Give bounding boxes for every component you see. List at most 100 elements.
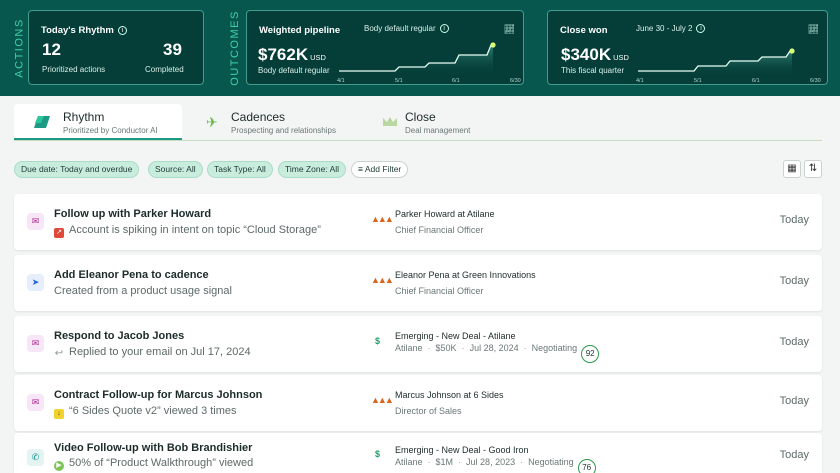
intent-icon: ↗ xyxy=(54,228,64,238)
add-filter-button[interactable]: ≡ Add Filter xyxy=(351,161,409,178)
due-label: Today xyxy=(779,214,809,226)
close-won-tick-1: 5/1 xyxy=(694,78,702,84)
email-icon: ✉ xyxy=(27,335,44,352)
deal-stage: Negotiating xyxy=(531,343,578,353)
rhythm-icon xyxy=(34,116,50,128)
close-won-title: Close won xyxy=(560,25,608,36)
grid-view-button[interactable]: ▦ xyxy=(783,160,801,178)
company-logo-icon: ▲▲▲ xyxy=(371,395,394,405)
due-label: Today xyxy=(779,449,809,461)
pipeline-currency: USD xyxy=(310,53,326,62)
task-row[interactable]: ✉ Follow up with Parker Howard ↗ Account … xyxy=(14,194,822,250)
contact-role: Chief Financial Officer xyxy=(395,286,484,296)
deal-company: Atilane xyxy=(395,457,423,467)
info-icon[interactable]: i xyxy=(439,24,449,33)
prioritized-label: Prioritized actions xyxy=(42,65,106,74)
tab-sublabel: Prioritized by Conductor AI xyxy=(63,126,158,135)
deal-amount: $1M xyxy=(435,457,454,467)
task-subtitle: 50% of “Product Walkthrough” viewed xyxy=(69,457,254,469)
task-subtitle: Created from a product usage signal xyxy=(54,285,232,297)
close-won-tick-3: 6/30 xyxy=(810,78,821,84)
completed-count: 39 xyxy=(163,40,182,59)
close-won-card[interactable]: Close won June 30 - July 2i 📈︎ $340K USD … xyxy=(547,10,828,85)
pipeline-filter: Body default regular xyxy=(364,24,436,33)
sort-button[interactable]: ⇅ xyxy=(804,160,822,178)
crown-icon xyxy=(383,117,397,126)
info-icon[interactable]: i xyxy=(117,26,127,35)
deal-amount: $50K xyxy=(435,343,457,353)
todays-rhythm-card[interactable]: Today's Rhythm i 12 Prioritized actions 3… xyxy=(28,10,204,85)
sort-icon: ⇅ xyxy=(808,163,818,174)
pipeline-tick-0: 4/1 xyxy=(337,78,345,84)
pipeline-tick-1: 5/1 xyxy=(395,78,403,84)
phone-icon: ✆ xyxy=(27,449,44,466)
tab-label: Close xyxy=(405,110,436,124)
video-icon: ▶ xyxy=(54,461,64,471)
pipeline-sparkline xyxy=(339,42,496,77)
deal-date: Jul 28, 2024 xyxy=(469,343,519,353)
task-row[interactable]: ✉ Contract Follow-up for Marcus Johnson … xyxy=(14,375,822,431)
tab-cadences[interactable]: ✈ Cadences Prospecting and relationships xyxy=(200,104,360,140)
task-subtitle: “6 Sides Quote v2” viewed 3 times xyxy=(69,405,237,417)
deal-name[interactable]: Emerging - New Deal - Atilane xyxy=(395,331,516,341)
pipeline-title: Weighted pipeline xyxy=(259,25,341,36)
weighted-pipeline-card[interactable]: Weighted pipeline Body default regular i … xyxy=(246,10,524,85)
tab-sublabel: Prospecting and relationships xyxy=(231,126,336,135)
close-won-sparkline xyxy=(638,48,795,77)
info-icon[interactable]: i xyxy=(696,24,706,33)
task-subtitle: Account is spiking in intent on topic “C… xyxy=(69,224,321,236)
dollar-icon: $ xyxy=(375,449,381,459)
contact-role: Director of Sales xyxy=(395,406,462,416)
close-won-tick-2: 6/1 xyxy=(752,78,760,84)
pipeline-subtitle: Body default regular xyxy=(258,66,330,75)
chart-icon[interactable]: 📈︎ xyxy=(504,24,515,35)
contact-role: Chief Financial Officer xyxy=(395,225,484,235)
prioritized-count: 12 xyxy=(42,40,61,59)
download-icon: ↓ xyxy=(54,409,64,419)
due-label: Today xyxy=(779,336,809,348)
deal-name[interactable]: Emerging - New Deal - Good Iron xyxy=(395,445,529,455)
close-won-subtitle: This fiscal quarter xyxy=(561,66,625,75)
close-won-value: $340K xyxy=(561,45,612,64)
filter-time-zone[interactable]: Time Zone: All xyxy=(278,161,347,178)
deal-stage: Negotiating xyxy=(528,457,574,467)
task-title: Respond to Jacob Jones xyxy=(54,330,185,342)
task-row[interactable]: ✉ Respond to Jacob Jones ↩ Replied to you… xyxy=(14,316,822,372)
task-row[interactable]: ✆ Video Follow-up with Bob Brandishier ▶… xyxy=(14,433,822,473)
contact-line[interactable]: Parker Howard at Atilane xyxy=(395,209,495,219)
filter-source[interactable]: Source: All xyxy=(148,161,203,178)
pipeline-tick-2: 6/1 xyxy=(452,78,460,84)
outcomes-section-label: OUTCOMES xyxy=(229,10,241,86)
tab-rhythm[interactable]: Rhythm Prioritized by Conductor AI xyxy=(14,104,182,140)
task-subtitle: Replied to your email on Jul 17, 2024 xyxy=(69,346,251,358)
email-icon: ✉ xyxy=(27,213,44,230)
company-logo-icon: ▲▲▲ xyxy=(371,214,394,224)
add-filter-label: Add Filter xyxy=(364,164,402,174)
filter-due-date[interactable]: Due date: Today and overdue xyxy=(14,161,140,178)
filter-task-type[interactable]: Task Type: All xyxy=(207,161,273,178)
contact-line[interactable]: Eleanor Pena at Green Innovations xyxy=(395,270,536,280)
tab-label: Cadences xyxy=(231,110,286,124)
actions-section-label: ACTIONS xyxy=(14,18,26,78)
task-title: Follow up with Parker Howard xyxy=(54,208,212,220)
deal-score: 76 xyxy=(577,459,596,473)
task-title: Add Eleanor Pena to cadence xyxy=(54,269,209,281)
pipeline-tick-3: 6/30 xyxy=(510,78,521,84)
task-row[interactable]: ➤ Add Eleanor Pena to cadence Created fr… xyxy=(14,255,822,311)
tab-close[interactable]: Close Deal management xyxy=(378,104,518,140)
close-won-tick-0: 4/1 xyxy=(636,78,644,84)
company-logo-icon: ▲▲▲ xyxy=(371,275,394,285)
due-label: Today xyxy=(779,395,809,407)
close-won-range: June 30 - July 2 xyxy=(636,24,693,33)
tab-label: Rhythm xyxy=(63,110,105,124)
due-label: Today xyxy=(779,275,809,287)
contact-line[interactable]: Marcus Johnson at 6 Sides xyxy=(395,390,504,400)
view-tabs: Rhythm Prioritized by Conductor AI ✈ Cad… xyxy=(14,104,822,141)
deal-company: Atilane xyxy=(395,343,423,353)
task-title: Contract Follow-up for Marcus Johnson xyxy=(54,389,263,401)
rhythm-title: Today's Rhythm xyxy=(41,25,114,36)
chart-icon[interactable]: 📈︎ xyxy=(808,24,819,35)
deal-date: Jul 28, 2023 xyxy=(466,457,516,467)
completed-label: Completed xyxy=(145,65,184,74)
reply-icon: ↩ xyxy=(54,348,64,359)
